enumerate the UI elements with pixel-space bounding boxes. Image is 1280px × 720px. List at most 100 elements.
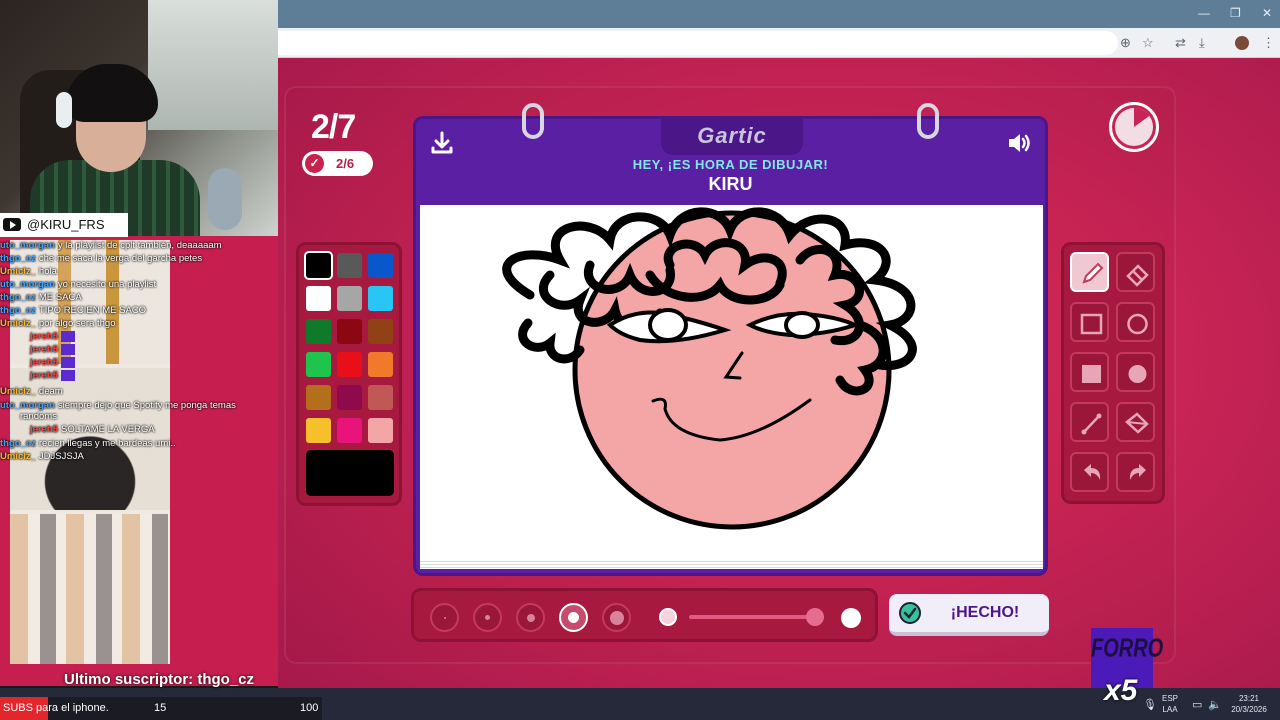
color-swatch[interactable]: [306, 253, 331, 278]
brush-size-button[interactable]: [516, 603, 545, 632]
emote-icon: [61, 357, 75, 368]
clock[interactable]: 23:21 20/3/2026: [1226, 693, 1272, 715]
chat-text: y la playlist de cplt también, deaaaaam: [57, 240, 222, 251]
pencil-icon: [1082, 262, 1104, 284]
tool-rect-filled[interactable]: [1070, 352, 1109, 392]
color-swatch[interactable]: [368, 418, 393, 443]
sub-goal-bar: SUBS para el iphone. 15 100: [0, 697, 322, 720]
headphones: [56, 92, 72, 128]
menu-kebab-icon[interactable]: ⋮: [1262, 35, 1275, 51]
handle-text: @KIRU_FRS: [27, 217, 105, 232]
chat-username: Umiclz_: [0, 318, 36, 329]
color-swatch[interactable]: [368, 286, 393, 311]
language-indicator[interactable]: ESP LAA: [1162, 693, 1178, 715]
tool-line[interactable]: [1070, 402, 1109, 442]
download-icon[interactable]: ⤓: [1199, 35, 1205, 51]
players-done-badge: ✓ 2/6: [302, 151, 373, 176]
brush-controls: [411, 588, 878, 642]
color-swatch[interactable]: [368, 385, 393, 410]
chat-username: uto_morgan: [0, 279, 55, 290]
tool-ellipse-outline[interactable]: [1116, 302, 1155, 342]
tool-ellipse-filled[interactable]: [1116, 352, 1155, 392]
chat-text: recien llegas y me bardeas umi..: [38, 438, 176, 449]
bookmark-star-icon[interactable]: ☆: [1142, 35, 1154, 51]
brush-size-dot: [526, 613, 535, 622]
color-swatch[interactable]: [368, 352, 393, 377]
microphone: [208, 168, 242, 230]
brush-size-dot: [568, 612, 579, 623]
color-swatch[interactable]: [306, 418, 331, 443]
color-swatch[interactable]: [306, 319, 331, 344]
lang-layout: LAA: [1162, 705, 1178, 714]
chat-message: Umiclz_ hola: [0, 266, 57, 277]
drawing: [502, 207, 917, 530]
color-swatch[interactable]: [306, 352, 331, 377]
microphone-icon[interactable]: 🎙: [1143, 698, 1157, 711]
minimize-icon[interactable]: —: [1198, 6, 1210, 20]
brush-size-button[interactable]: [602, 603, 631, 632]
browser-titlebar: — ❐ ✕: [278, 0, 1280, 28]
color-swatch[interactable]: [337, 253, 362, 278]
timer-icon: [1115, 108, 1153, 146]
tool-fill-bucket[interactable]: [1116, 402, 1155, 442]
color-swatch[interactable]: [337, 352, 362, 377]
chat-text: TIPO RECIEN ME SACO: [38, 305, 147, 316]
url-field[interactable]: [278, 31, 1118, 55]
profile-avatar[interactable]: [1235, 36, 1249, 50]
board-header: Gartic HEY, ¡ES HORA DE DIBUJAR! KIRU: [416, 119, 1045, 205]
opacity-slider-handle[interactable]: [806, 608, 824, 626]
network-icon[interactable]: ▭: [1192, 698, 1202, 711]
rect-outline-icon: [1080, 313, 1103, 335]
tool-redo[interactable]: [1116, 452, 1155, 492]
restore-icon[interactable]: ❐: [1230, 6, 1241, 20]
chat-message: jereh5 SOLTAME LA VERGA: [30, 424, 155, 435]
chat-text: che me saca la verga del garcha petes: [38, 253, 203, 264]
close-icon[interactable]: ✕: [1262, 6, 1272, 20]
tool-pencil[interactable]: [1070, 252, 1109, 292]
chat-message: Umiclz_ por algo sera thgo: [0, 318, 116, 329]
drawing-canvas[interactable]: [420, 205, 1043, 559]
brush-size-button[interactable]: [473, 603, 502, 632]
chat-message: thgo_cz ME SACA: [0, 292, 82, 303]
opacity-slider[interactable]: [689, 615, 824, 619]
current-color-preview: [306, 450, 394, 496]
brush-size-button[interactable]: [559, 603, 588, 632]
tool-eraser[interactable]: [1116, 252, 1155, 292]
ellipse-outline-icon: [1127, 313, 1148, 335]
stream-chat: uto_morgan y la playlist de cplt también,…: [0, 240, 278, 470]
chat-text: SOLTAME LA VERGA: [61, 424, 155, 435]
chat-text: ME SACA: [38, 292, 82, 303]
color-swatch[interactable]: [368, 253, 393, 278]
youtube-icon: [3, 218, 21, 231]
color-swatch[interactable]: [337, 286, 362, 311]
zoom-icon[interactable]: ⊕: [1120, 35, 1131, 51]
speaker-icon[interactable]: 🔈: [1208, 698, 1222, 711]
chat-message: Umiclz_ deam: [0, 386, 63, 397]
line-icon: [1081, 413, 1102, 435]
tool-panel: [1061, 242, 1165, 504]
color-swatch[interactable]: [368, 319, 393, 344]
download-drawing-icon[interactable]: [428, 129, 456, 157]
undo-icon: [1084, 464, 1101, 480]
word-to-draw: KIRU: [708, 174, 753, 194]
color-swatch[interactable]: [337, 385, 362, 410]
brush-size-button[interactable]: [430, 603, 459, 632]
translate-icon[interactable]: ⇄: [1175, 35, 1186, 51]
chat-username: jereh5: [30, 344, 58, 356]
opacity-max-icon: [841, 608, 861, 628]
tool-undo[interactable]: [1070, 452, 1109, 492]
chat-message: jereh5: [30, 331, 75, 342]
chat-message: uto_morgan yo necesito una playlist: [0, 279, 156, 290]
paper-stack: [420, 559, 1043, 569]
color-swatch[interactable]: [337, 319, 362, 344]
volume-icon[interactable]: [1005, 129, 1033, 157]
window-background: [148, 0, 278, 130]
chat-text: yo necesito una playlist: [57, 279, 157, 290]
color-swatch[interactable]: [306, 286, 331, 311]
tool-rect-outline[interactable]: [1070, 302, 1109, 342]
color-swatch[interactable]: [306, 385, 331, 410]
done-button[interactable]: ¡HECHO!: [889, 594, 1049, 636]
chat-message: thgo_cz TIPO RECIEN ME SACO: [0, 305, 146, 316]
rect-filled-icon: [1082, 365, 1101, 383]
color-swatch[interactable]: [337, 418, 362, 443]
